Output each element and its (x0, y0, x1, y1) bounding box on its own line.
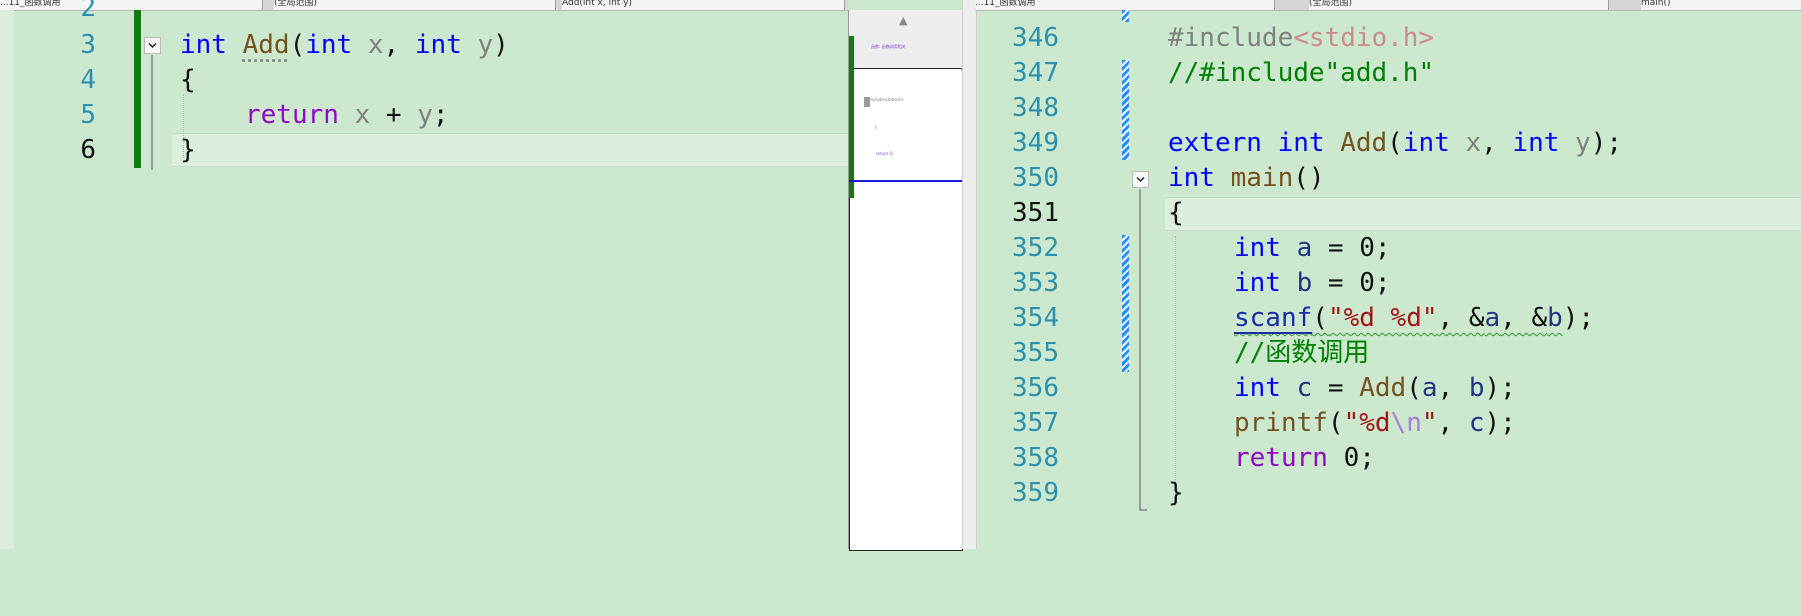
right-code-text[interactable]: int c = Add(a, b); (1234, 371, 1516, 406)
left-line-number: 4 (80, 65, 96, 95)
left-code-line: 4 { (0, 63, 848, 98)
right-code-line: 353 int b = 0; (975, 266, 1801, 301)
right-scope-label: (全局范围) (1309, 0, 1353, 8)
right-code-line: 359 } (975, 476, 1801, 511)
right-scope-dropdown[interactable]: (全局范围) (1309, 0, 1609, 10)
right-navigation-bar: ...11_函数调用 (全局范围) main() (975, 0, 1801, 11)
minimap-viewport[interactable]: #include<stdio.h> } return 0; (849, 68, 963, 551)
left-line-number: 2 (80, 0, 96, 23)
right-line-number: 352 (1012, 233, 1059, 263)
left-code-text[interactable]: { (180, 63, 196, 98)
right-code-text[interactable]: } (1168, 476, 1184, 511)
right-code-text[interactable]: int main() (1168, 161, 1325, 196)
right-code-text[interactable]: //#include"add.h" (1168, 56, 1434, 91)
left-code-text[interactable]: return x + y; (245, 98, 449, 133)
minimap-snippet: 函数: 函数调用相关 (871, 44, 906, 49)
minimap-snippet: return 0; (876, 151, 894, 156)
right-code-text[interactable]: int a = 0; (1234, 231, 1391, 266)
scroll-up-icon[interactable]: ▲ (899, 14, 907, 27)
left-code-line: 3 int Add(int x, int y) (0, 28, 848, 63)
right-code-line: 354 scanf("%d %d", &a, &b); (975, 301, 1801, 336)
minimap-snippet: } (874, 125, 877, 130)
right-file-label: ...11_函数调用 (975, 0, 1036, 8)
right-code-line: 349 extern int Add(int x, int y); (975, 126, 1801, 161)
right-line-number: 358 (1012, 443, 1059, 473)
right-line-number: 346 (1012, 23, 1059, 53)
right-line-number: 354 (1012, 303, 1059, 333)
right-editor-pane[interactable]: ...11_函数调用 (全局范围) main() 346 #include<st… (975, 0, 1801, 549)
right-code-line: 358 return 0; (975, 441, 1801, 476)
right-code-text[interactable]: //函数调用 (1234, 336, 1369, 371)
right-code-line: 356 int c = Add(a, b); (975, 371, 1801, 406)
right-line-number: 355 (1012, 338, 1059, 368)
left-line-number: 3 (80, 30, 96, 60)
minimap-snippet: #include<stdio.h> (866, 97, 905, 102)
right-code-text[interactable]: printf("%d\n", c); (1234, 406, 1516, 441)
minimap-header: ▲ 函数: 函数调用相关 (849, 10, 963, 68)
left-code-text[interactable]: int Add(int x, int y) (180, 28, 509, 63)
right-line-number: 359 (1012, 478, 1059, 508)
right-line-number: 351 (1012, 198, 1059, 228)
right-code-text[interactable]: #include<stdio.h> (1168, 21, 1434, 56)
right-code-line: 355 //函数调用 (975, 336, 1801, 371)
right-code-line: 348 (975, 91, 1801, 126)
right-code-line: 346 #include<stdio.h> (975, 21, 1801, 56)
right-code-text[interactable]: extern int Add(int x, int y); (1168, 126, 1622, 161)
right-line-number: 350 (1012, 163, 1059, 193)
right-code-text[interactable]: return 0; (1234, 441, 1375, 476)
left-code-line: 5 return x + y; (0, 98, 848, 133)
right-line-number: 356 (1012, 373, 1059, 403)
left-code-text[interactable]: } (180, 133, 196, 168)
minimap-block (864, 97, 870, 107)
right-code-text[interactable]: int b = 0; (1234, 266, 1391, 301)
minimap-caret-marker (849, 180, 963, 182)
left-editor-pane[interactable]: ...11_函数调用 (全局范围) Add(int x, int y) 2 3 … (0, 0, 848, 549)
right-file-dropdown[interactable]: ...11_函数调用 (975, 0, 1275, 10)
right-line-number: 357 (1012, 408, 1059, 438)
right-member-dropdown[interactable]: main() (1641, 0, 1801, 10)
left-code-line: 2 (0, 0, 848, 26)
right-line-number: 349 (1012, 128, 1059, 158)
right-line-number: 353 (1012, 268, 1059, 298)
right-code-text[interactable]: scanf("%d %d", &a, &b); (1234, 301, 1594, 336)
right-code-line: 357 printf("%d\n", c); (975, 406, 1801, 441)
right-line-number: 347 (1012, 58, 1059, 88)
right-code-line: 350 int main() (975, 161, 1801, 196)
right-member-label: main() (1641, 0, 1671, 8)
right-code-line: 351 { (975, 196, 1801, 231)
left-line-number: 6 (80, 135, 96, 165)
right-line-number: 348 (1012, 93, 1059, 123)
minimap-change-marker (849, 36, 854, 198)
right-code-line: 352 int a = 0; (975, 231, 1801, 266)
minimap-scrollbar[interactable]: ▲ 函数: 函数调用相关 #include<stdio.h> } return … (848, 10, 963, 551)
left-line-number: 5 (80, 100, 96, 130)
right-code-text[interactable]: { (1168, 196, 1184, 231)
left-code-line: 6 } (0, 133, 848, 168)
right-code-line: 347 //#include"add.h" (975, 56, 1801, 91)
